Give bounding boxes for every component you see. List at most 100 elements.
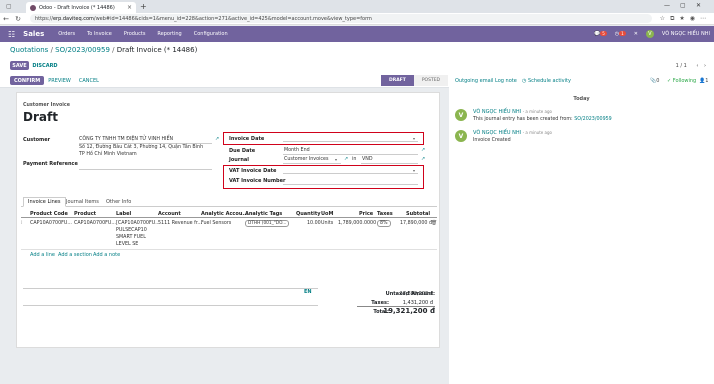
payment-terms-field[interactable]: Month End xyxy=(284,148,310,153)
message-author[interactable]: VÕ NGỌC HIẾU NHI - a minute ago xyxy=(473,109,552,115)
stage-draft[interactable]: DRAFT xyxy=(381,75,414,86)
browser-tab[interactable]: Odoo - Draft Invoice (* 14486) × xyxy=(26,2,136,13)
row-analytic-account: Fuel Sensors xyxy=(201,221,232,226)
pager-prev-icon[interactable]: ‹ xyxy=(696,63,698,69)
row-uom: Units xyxy=(321,221,334,226)
message-body: Invoice Created xyxy=(473,138,511,143)
reload-icon[interactable]: ↻ xyxy=(12,15,24,23)
chat-badge: 5 xyxy=(600,31,607,36)
payment-terms-external-link-icon[interactable]: ↗ xyxy=(421,147,425,153)
maximize-icon[interactable]: ▢ xyxy=(680,2,686,9)
discard-button[interactable]: DISCARD xyxy=(32,61,57,70)
user-avatar[interactable]: V xyxy=(645,30,654,38)
breadcrumb-current: Draft Invoice (* 14486) xyxy=(116,46,198,54)
save-button[interactable]: SAVE xyxy=(10,61,29,70)
new-tab-icon[interactable]: + xyxy=(140,2,147,11)
browser-menu-icon[interactable]: ▢ xyxy=(6,3,12,10)
odoo-navbar: ☷ Sales Orders To Invoice Products Repor… xyxy=(0,26,714,42)
preview-button[interactable]: PREVIEW xyxy=(44,76,75,85)
move-type-label: Customer Invoice xyxy=(23,103,71,108)
user-name[interactable]: VÕ NGỌC HIẾU NHI xyxy=(662,31,710,37)
journal-field[interactable]: Customer Invoices xyxy=(284,157,328,162)
odoo-favicon-icon xyxy=(30,4,36,11)
menu-orders[interactable]: Orders xyxy=(58,31,75,37)
address-bar: ← ↻ https://erp.daviteq.com/web#id=14486… xyxy=(0,13,714,25)
payment-reference-input[interactable] xyxy=(79,169,212,170)
tab-invoice-lines[interactable]: Invoice Lines xyxy=(23,197,66,207)
menu-to-invoice[interactable]: To Invoice xyxy=(87,31,112,37)
vat-invoice-date-input[interactable] xyxy=(283,173,418,174)
vat-invoice-number-input[interactable] xyxy=(283,184,418,185)
confirm-button[interactable]: CONFIRM xyxy=(10,76,45,85)
more-icon[interactable]: ⋯ xyxy=(700,15,706,23)
vat-date-chevron-icon: ▾ xyxy=(413,168,416,173)
language-button[interactable]: EN xyxy=(304,289,312,295)
row-subtotal: 17,890,000 đ xyxy=(400,221,433,226)
url-field[interactable]: https://erp.daviteq.com/web#id=14486&cid… xyxy=(30,14,652,23)
add-line-link[interactable]: Add a line xyxy=(30,252,55,258)
vat-invoice-date-label: VAT Invoice Date xyxy=(229,168,277,174)
schedule-activity-button[interactable]: ◷ Schedule activity xyxy=(522,78,571,84)
apps-menu-icon[interactable]: ☷ xyxy=(0,30,23,39)
avatar: V xyxy=(455,130,467,142)
invoice-date-input[interactable] xyxy=(283,141,418,142)
cancel-button[interactable]: CANCEL xyxy=(75,76,103,85)
pager-value[interactable]: 1 / 1 xyxy=(676,63,687,69)
breadcrumb-sale-order[interactable]: SO/2023/00959 xyxy=(55,46,110,54)
drag-handle-icon[interactable]: ⁞ xyxy=(21,221,23,226)
favorites-icon[interactable]: ★ xyxy=(679,15,684,23)
debug-icon[interactable]: ✕ xyxy=(634,31,638,37)
add-section-link[interactable]: Add a section xyxy=(58,252,92,258)
message-link[interactable]: SO/2023/00959 xyxy=(574,117,612,122)
stage-pipeline: DRAFT POSTED xyxy=(381,75,448,86)
breadcrumb: Quotations / SO/2023/00959 / Draft Invoi… xyxy=(10,46,198,54)
app-name[interactable]: Sales xyxy=(23,30,44,38)
row-label-line3: SMART FUEL xyxy=(116,235,146,240)
menu-reporting[interactable]: Reporting xyxy=(157,31,181,37)
stage-posted[interactable]: POSTED xyxy=(413,75,448,86)
customer-field[interactable]: CÔNG TY TNHH TM ĐIỆN TỬ VINH HIỂN xyxy=(79,137,173,142)
tab-other-info[interactable]: Other Info xyxy=(101,197,136,207)
row-label-line2: PULSECAP10 xyxy=(116,228,147,233)
attachments-button[interactable]: 📎0 xyxy=(650,78,659,84)
browser-tab-title: Odoo - Draft Invoice (* 14486) xyxy=(39,4,115,11)
customer-external-link-icon[interactable]: ↗ xyxy=(215,136,219,142)
form-sheet: Customer Invoice Draft Customer CÔNG TY … xyxy=(16,92,440,348)
activity-badge: 1 xyxy=(619,31,626,36)
menu-configuration[interactable]: Configuration xyxy=(194,31,228,37)
pager-next-icon[interactable]: › xyxy=(704,63,706,69)
url-host: erp.daviteq.com xyxy=(52,15,94,22)
terms-input[interactable] xyxy=(23,288,318,289)
journal-external-link-icon[interactable]: ↗ xyxy=(344,156,348,162)
window-close-icon[interactable]: ✕ xyxy=(696,2,701,9)
currency-field[interactable]: VND xyxy=(362,157,373,162)
row-analytic-tag[interactable]: DTHH (001_"DO... xyxy=(245,220,290,227)
payment-reference-label: Payment Reference xyxy=(23,161,78,167)
followers-button[interactable]: 👤1 xyxy=(699,78,708,84)
close-icon[interactable]: × xyxy=(127,4,132,11)
activity-icon[interactable]: ◷ 1 xyxy=(615,31,626,37)
tab-journal-items[interactable]: Journal Items xyxy=(61,197,104,207)
journal-dropdown-icon[interactable]: ▾ xyxy=(335,157,337,162)
message-author[interactable]: VÕ NGỌC HIẾU NHI - a minute ago xyxy=(473,130,552,136)
browser-tab-bar: ▢ Odoo - Draft Invoice (* 14486) × + — ▢… xyxy=(0,0,714,13)
trash-icon[interactable]: 🗑 xyxy=(431,221,437,226)
extensions-icon[interactable]: ⧉ xyxy=(670,15,674,23)
log-note-button[interactable]: Log note xyxy=(495,78,517,84)
add-note-link[interactable]: Add a note xyxy=(93,252,120,258)
row-tax-tag[interactable]: 8% xyxy=(377,220,391,227)
due-date-label: Due Date xyxy=(229,148,256,154)
minimize-icon[interactable]: — xyxy=(664,2,670,9)
vat-invoice-number-label: VAT Invoice Number xyxy=(229,178,286,184)
following-button[interactable]: ✓ Following xyxy=(667,78,696,84)
currency-external-link-icon[interactable]: ↗ xyxy=(421,156,425,162)
chat-icon[interactable]: 💬 5 xyxy=(594,31,607,37)
breadcrumb-quotations[interactable]: Quotations xyxy=(10,46,48,54)
star-icon[interactable]: ☆ xyxy=(660,15,665,23)
row-account: 5111 Revenue fr... xyxy=(158,221,202,226)
back-icon[interactable]: ← xyxy=(0,15,12,23)
profile-icon[interactable]: ◉ xyxy=(690,15,695,23)
chatter-panel: Outgoing email Log note ◷ Schedule activ… xyxy=(449,74,714,384)
send-message-button[interactable]: Outgoing email xyxy=(455,78,493,84)
menu-products[interactable]: Products xyxy=(124,31,146,37)
